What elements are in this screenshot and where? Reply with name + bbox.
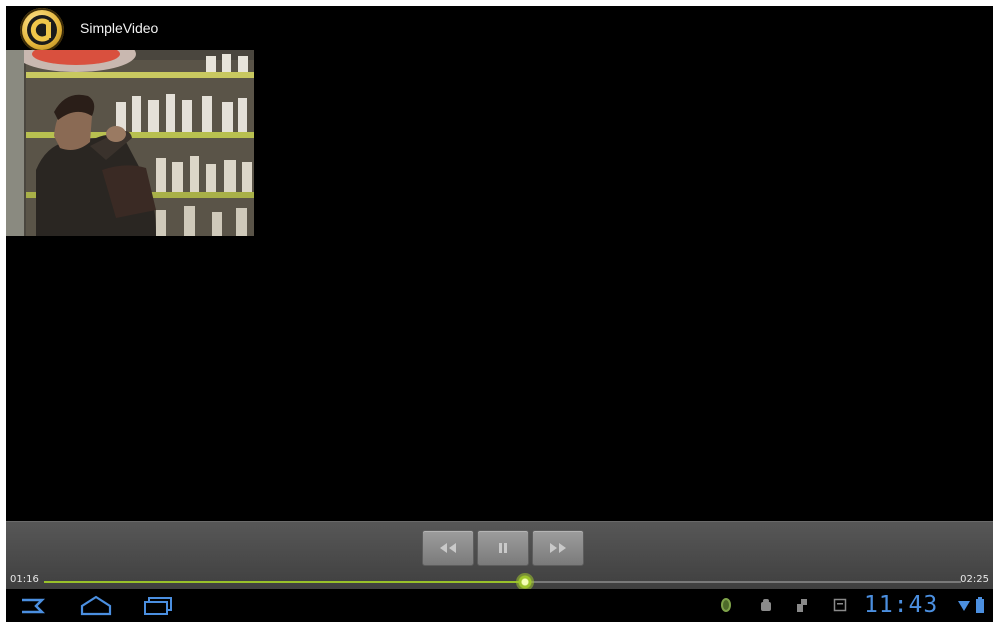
pause-button[interactable] <box>477 530 529 566</box>
system-bar: 11:43 <box>6 589 993 622</box>
video-frame[interactable] <box>6 50 254 236</box>
screenshot-icon[interactable] <box>832 597 848 613</box>
video-picture <box>6 50 254 236</box>
battery-icon[interactable] <box>972 597 988 613</box>
total-time: 02:25 <box>960 574 989 585</box>
action-bar: SimpleVideo <box>6 6 993 52</box>
screen: SimpleVideo 01:16 02:25 11:43 <box>6 6 993 622</box>
fast-forward-button[interactable] <box>532 530 584 566</box>
rewind-button[interactable] <box>422 530 474 566</box>
media-controls: 01:16 02:25 <box>6 521 993 591</box>
current-time: 01:16 <box>10 574 39 585</box>
app-logo-icon[interactable] <box>20 8 64 52</box>
app-title: SimpleVideo <box>80 20 159 36</box>
clock[interactable]: 11:43 <box>864 592 938 618</box>
seek-bar[interactable] <box>44 573 961 591</box>
home-button[interactable] <box>78 593 114 619</box>
pause-icon <box>499 543 507 553</box>
seek-bar-progress <box>44 581 525 583</box>
recent-apps-button[interactable] <box>140 593 176 619</box>
home-icon <box>80 595 112 616</box>
back-button[interactable] <box>14 593 50 619</box>
fast-forward-icon <box>550 543 566 553</box>
recent-apps-icon <box>144 597 172 615</box>
usb-icon[interactable] <box>794 597 810 613</box>
android-notification-icon[interactable] <box>718 597 734 613</box>
wifi-icon[interactable] <box>956 597 972 613</box>
rewind-icon <box>440 543 456 553</box>
debug-icon[interactable] <box>758 597 774 613</box>
back-icon <box>22 598 46 614</box>
